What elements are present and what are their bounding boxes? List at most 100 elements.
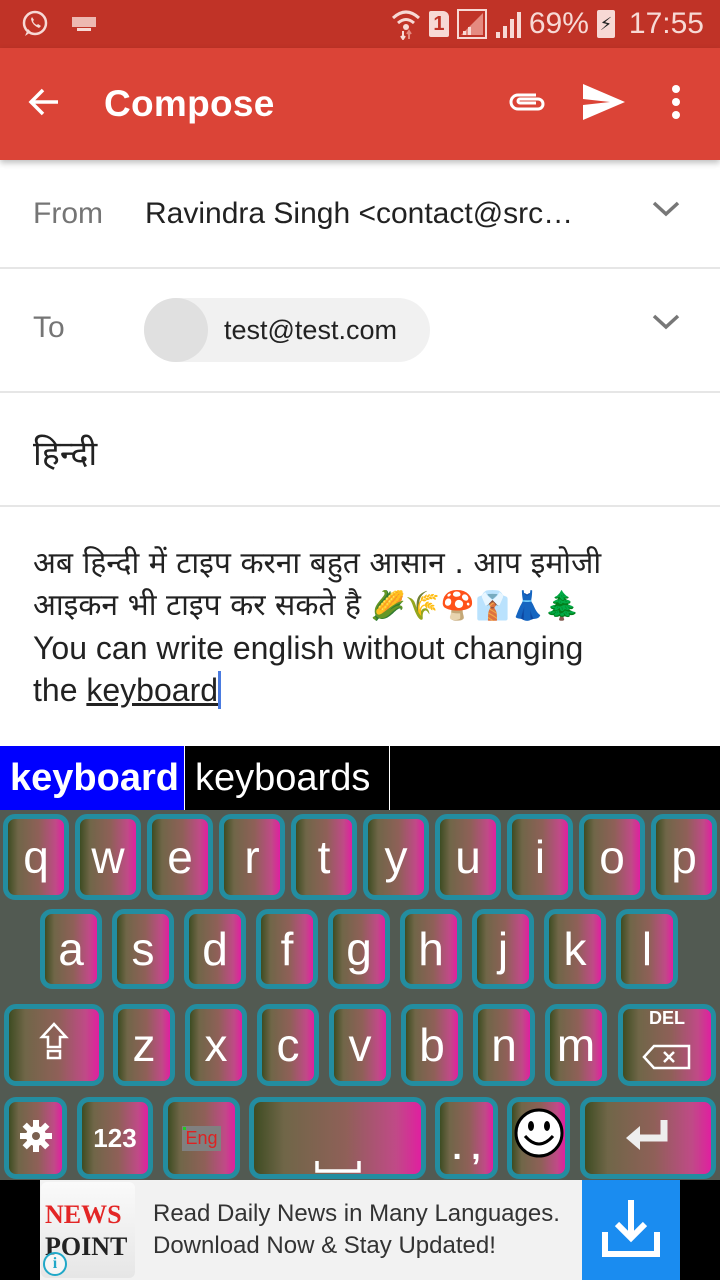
key-j[interactable]: j [472,909,534,989]
key-label: x [204,1019,228,1071]
key-t[interactable]: t [291,814,357,900]
punctuation-key[interactable]: . , [435,1097,498,1179]
keyboard-icon [72,17,96,31]
enter-icon [624,1111,672,1165]
key-a[interactable]: a [40,909,102,989]
key-b[interactable]: b [401,1004,463,1086]
key-z[interactable]: z [113,1004,175,1086]
key-label: z [132,1019,156,1071]
key-label: m [556,1019,596,1071]
key-d[interactable]: d [184,909,246,989]
key-g[interactable]: g [328,909,390,989]
ad-line: Download Now & Stay Updated! [153,1232,496,1259]
key-label: h [418,923,444,975]
attach-button[interactable] [498,87,558,122]
key-y[interactable]: y [363,814,429,900]
key-label: y [384,831,408,883]
keyboard: q w e r t y u i o p a s d f g h j k l z … [0,810,720,1180]
attach-icon [506,87,550,122]
key-m[interactable]: m [545,1004,607,1086]
from-row[interactable]: From Ravindra Singh <contact@src… [0,160,720,269]
wifi-icon [391,8,421,40]
key-label: b [419,1019,445,1071]
subject-input[interactable]: हिन्दी [33,429,97,475]
key-label: a [58,923,84,975]
numbers-key[interactable]: 123 [77,1097,153,1179]
from-account[interactable]: Ravindra Singh <contact@src… [145,197,573,231]
key-label: r [244,831,260,883]
recipient-chip[interactable]: test@test.com [144,298,430,362]
key-label: j [497,923,509,975]
space-key[interactable] [249,1097,426,1179]
recipient-email: test@test.com [224,314,397,345]
send-button[interactable] [574,83,634,126]
key-label: e [167,831,193,883]
key-e[interactable]: e [147,814,213,900]
chevron-down-icon[interactable] [652,200,680,223]
ad-logo-text: NEWS [45,1200,122,1229]
suggestion-item[interactable]: keyboard [0,746,185,810]
body-line-text: the [33,672,87,708]
ad-banner[interactable]: NEWS POINT i Read Daily News in Many Lan… [0,1180,720,1280]
key-s[interactable]: s [112,909,174,989]
settings-icon [18,1111,54,1165]
emoji-key[interactable] [507,1097,570,1179]
battery-percent: 69% [528,7,589,40]
key-i[interactable]: i [507,814,573,900]
key-v[interactable]: v [329,1004,391,1086]
more-options-icon [671,84,681,125]
back-button[interactable] [26,84,76,125]
text-cursor [218,671,222,709]
settings-key[interactable] [4,1097,67,1179]
language-key[interactable]: Eng [163,1097,240,1179]
ad-text: Read Daily News in Many Languages. Downl… [153,1198,560,1262]
key-label: k [563,923,587,975]
delete-key[interactable]: DEL [618,1004,716,1086]
ad-line: Read Daily News in Many Languages. [153,1200,560,1227]
suggestion-bar: keyboard keyboards [0,746,720,810]
key-f[interactable]: f [256,909,318,989]
signal-sim1-icon [456,9,487,39]
chevron-down-icon[interactable] [652,313,680,336]
sim1-icon: 1 [428,11,449,37]
key-label: u [455,831,481,883]
suggestion-item[interactable]: keyboards [185,746,390,810]
key-label: s [131,923,155,975]
key-r[interactable]: r [219,814,285,900]
key-label: . , [452,1129,481,1167]
backspace-icon [642,1027,692,1081]
key-label: p [671,831,697,883]
key-w[interactable]: w [75,814,141,900]
del-label: DEL [649,1008,685,1028]
key-p[interactable]: p [651,814,717,900]
key-k[interactable]: k [544,909,606,989]
subject-row[interactable]: हिन्दी [0,393,720,507]
ad-download-button[interactable] [582,1180,680,1280]
to-row[interactable]: To test@test.com [0,269,720,393]
send-icon [582,83,626,126]
avatar [144,298,208,362]
signal-sim2-icon [495,10,521,38]
info-icon[interactable]: i [43,1252,67,1276]
key-n[interactable]: n [473,1004,535,1086]
key-h[interactable]: h [400,909,462,989]
key-u[interactable]: u [435,814,501,900]
key-c[interactable]: c [257,1004,319,1086]
body-line: the keyboard [33,669,703,711]
key-o[interactable]: o [579,814,645,900]
space-icon [314,1131,361,1185]
smiley-icon [514,1108,564,1169]
page-title: Compose [104,83,275,124]
body-input[interactable]: अब हिन्दी में टाइप करना बहुत आसान . आप इ… [33,543,703,711]
enter-key[interactable] [580,1097,716,1179]
key-label: t [317,831,331,883]
key-q[interactable]: q [3,814,69,900]
status-bar: 1 69% ⚡ 17:55 [0,0,720,48]
more-options-button[interactable] [656,84,696,125]
key-x[interactable]: x [185,1004,247,1086]
key-l[interactable]: l [616,909,678,989]
shift-key[interactable] [4,1004,104,1086]
body-line: आइकन भी टाइप कर सकते है 🌽🌾🍄👔👗🌲 [33,585,703,627]
from-label: From [33,197,103,230]
body-line: You can write english without changing [33,630,584,666]
